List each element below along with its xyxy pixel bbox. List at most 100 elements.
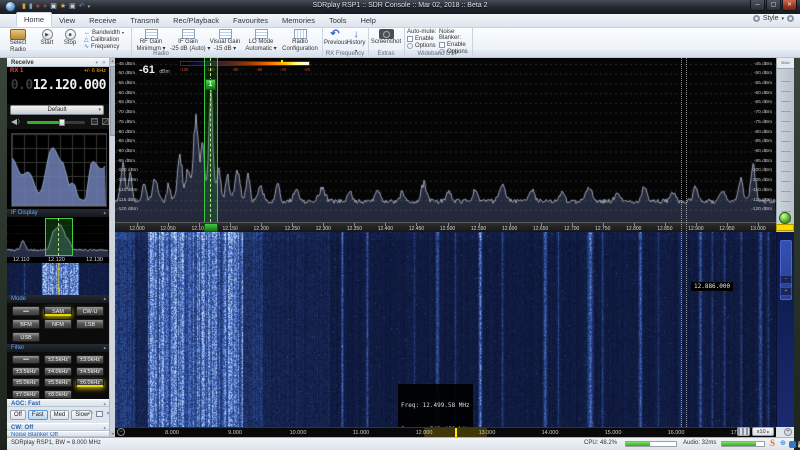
tab-help[interactable]: Help	[353, 14, 382, 27]
agc-off-button[interactable]: Off	[10, 410, 26, 420]
collapse-icon[interactable]: ▴	[103, 210, 106, 216]
if-passband[interactable]	[45, 218, 73, 256]
tab-tools[interactable]: Tools	[322, 14, 354, 27]
filter-more-button[interactable]: •••	[12, 355, 40, 364]
mode-cwu-button[interactable]: CW-U	[76, 306, 104, 316]
select-radio-button[interactable]: SelectRadio	[2, 29, 34, 50]
agc-undo-icon[interactable]: ↶	[87, 410, 93, 418]
visual-gain-button[interactable]: Visual Gain-15 dB ▾	[208, 29, 242, 50]
filter-4k0-button[interactable]: ±4.0kHz	[44, 367, 72, 376]
maximize-button[interactable]: ▢	[766, 0, 781, 11]
tab-memories[interactable]: Memories	[275, 14, 322, 27]
screenshot-button[interactable]: Screenshot	[370, 29, 402, 50]
filter-5k0-button[interactable]: ±5.0kHz	[12, 378, 40, 387]
mode-usb-button[interactable]: USB	[12, 332, 40, 342]
subband-marker-right[interactable]	[686, 58, 687, 427]
calibration-button[interactable]: △ Calibration	[84, 36, 130, 43]
filter-4k5-button[interactable]: ±4.5kHz	[76, 367, 104, 376]
tuning-marker-flag[interactable]: 1	[205, 79, 216, 90]
speaker-icon[interactable]	[11, 119, 17, 125]
filter-header[interactable]: Filter ▴	[7, 344, 109, 352]
waterfall-contrast-slider[interactable]: − +	[776, 232, 794, 427]
filter-7k0-button[interactable]: ±7.0kHz	[12, 390, 40, 399]
record2-icon[interactable]: ●	[43, 2, 47, 12]
bandwidth-button[interactable]: ↔ Bandwidth▾	[84, 29, 130, 36]
if-waterfall[interactable]	[7, 263, 109, 295]
frequency-display[interactable]: 0.012.120.000	[11, 78, 106, 93]
mode-lsb-button[interactable]: LSB	[76, 319, 104, 329]
tab-transmit[interactable]: Transmit	[123, 14, 166, 27]
expand-icon[interactable]	[102, 118, 109, 125]
if-display-header[interactable]: IF Display ▴	[7, 209, 109, 217]
mode-nfm-button[interactable]: NFM	[44, 319, 72, 329]
mute-icon[interactable]	[91, 118, 98, 125]
collapse-icon[interactable]: ▴	[103, 296, 106, 302]
spectrum-display[interactable]: -45 dBm-50 dBm-55 dBm-60 dBm-65 dBm-70 d…	[115, 58, 776, 222]
mode-more-button[interactable]: •••	[12, 306, 40, 316]
filter-5k5-button[interactable]: ±5.5kHz	[44, 378, 72, 387]
style-label[interactable]: Style	[763, 15, 779, 22]
lo-mode-button[interactable]: LO ModeAutomatic ▾	[244, 29, 278, 50]
qat-dropdown-icon[interactable]: ▾	[88, 2, 91, 12]
agc-med-button[interactable]: Med	[50, 410, 70, 420]
if-spectrum[interactable]	[7, 217, 109, 257]
snapshot-icon[interactable]: ▣	[69, 2, 76, 12]
favourite-star-icon[interactable]: ★	[60, 2, 66, 12]
agc-meter-icon[interactable]	[96, 411, 103, 417]
automute-enable-checkbox[interactable]: Enable	[407, 35, 438, 42]
history-button[interactable]: ↓ History▾	[346, 29, 366, 50]
filter-3k0-button[interactable]: ±3.0kHz	[76, 355, 104, 364]
mode-sam-button[interactable]: SAM	[44, 306, 72, 316]
theme-gear-icon[interactable]	[753, 15, 760, 22]
filter-3k5-button[interactable]: ±3.5kHz	[12, 367, 40, 376]
radio-configuration-button[interactable]: RadioConfiguration	[280, 29, 320, 50]
receive-panel-header[interactable]: Receive ▾ ✕	[7, 58, 109, 67]
cw-header[interactable]: CW: Off ▴	[7, 423, 109, 431]
subband-marker-left[interactable]	[681, 58, 682, 427]
panel-dropdown-icon[interactable]: ▾	[95, 60, 98, 66]
tuning-marker-tab[interactable]	[204, 223, 218, 232]
panel-close-icon[interactable]: ✕	[102, 60, 106, 66]
zoom-in-button[interactable]: +	[784, 428, 792, 436]
automute-options-button[interactable]: Options	[407, 42, 438, 49]
agc-header[interactable]: AGC: Fast ▴	[7, 399, 109, 407]
waterfall-display[interactable]: 12.886.000 Freq: 12.499.58 MHz Span: ±54…	[115, 232, 776, 427]
start-button[interactable]: ▶ Start	[36, 29, 58, 50]
zoom-level-button[interactable]: x10 ▸	[752, 427, 774, 436]
tab-home[interactable]: Home	[16, 12, 52, 27]
volume-slider-thumb[interactable]	[59, 119, 65, 126]
phone-icon[interactable]	[789, 441, 796, 448]
grid-toggle-button[interactable]	[737, 427, 750, 436]
tab-favourites[interactable]: Favourites	[226, 14, 275, 27]
style-dropdown-icon[interactable]: ▾	[781, 16, 784, 22]
contrast-minus-button[interactable]: −	[780, 275, 792, 284]
if-gain-button[interactable]: IF Gain-25 dB (Auto) ▾	[170, 29, 206, 50]
frequency-button[interactable]: ∿ Frequency	[84, 43, 130, 50]
collapse-icon[interactable]: ▴	[103, 345, 106, 351]
tab-view[interactable]: View	[52, 14, 82, 27]
nb-options-button[interactable]: Options	[439, 48, 472, 55]
waterfall-x-axis[interactable]: 8.0009.00010.00011.00012.00013.00014.000…	[115, 427, 776, 437]
zoom-out-button[interactable]: −	[117, 428, 125, 436]
filter-2k5-button[interactable]: ±2.5kHz	[44, 355, 72, 364]
undo-icon[interactable]: ↶	[79, 2, 85, 12]
settings-gear-icon[interactable]	[787, 15, 794, 22]
spectrum-range-slider[interactable]: B/Av	[776, 58, 794, 232]
previous-button[interactable]: ↶ Previous	[324, 29, 346, 50]
splitter-knob[interactable]	[779, 212, 791, 224]
tab-receive[interactable]: Receive	[82, 14, 123, 27]
preset-dropdown[interactable]: Default▾	[10, 105, 104, 115]
rf-gain-button[interactable]: RF GainMinimum ▾	[134, 29, 168, 50]
volume-slider[interactable]	[27, 121, 85, 124]
filter-8k0-button[interactable]: ±8.0kHz	[44, 390, 72, 399]
mode-bfm-button[interactable]: BFM	[12, 319, 40, 329]
save-icon[interactable]: ▮	[29, 2, 33, 12]
mode-header[interactable]: Mode ▴	[7, 295, 109, 303]
open-icon[interactable]: ▮	[22, 2, 26, 12]
record-icon[interactable]: ●	[36, 2, 40, 12]
camera-icon[interactable]: ▣	[50, 2, 57, 12]
waterfall-palette-legend[interactable]	[180, 61, 310, 66]
close-button[interactable]: ✕	[782, 0, 797, 11]
minimize-button[interactable]: ─	[750, 0, 765, 11]
add-icon[interactable]: ⊕	[780, 440, 786, 447]
